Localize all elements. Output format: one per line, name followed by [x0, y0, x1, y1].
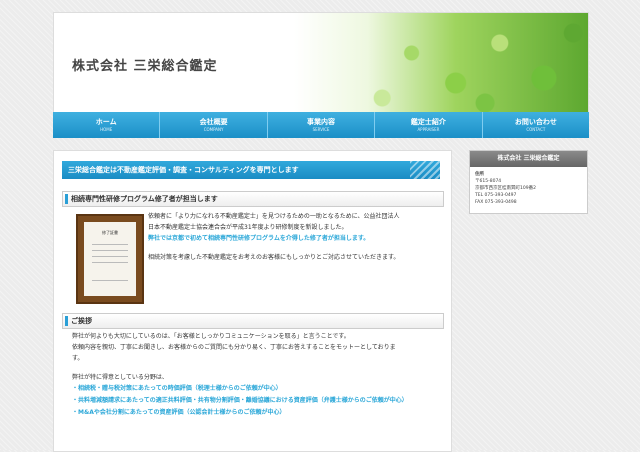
- nav-sublabel: COMPANY: [203, 127, 224, 132]
- training-highlight: 弊社では京都で初めて相続専門性研修プログラムを介得した修了者が担当します。: [148, 235, 370, 242]
- certificate-line: [92, 250, 128, 251]
- section-heading-greeting: ご挨拶: [62, 313, 444, 329]
- nav-item-home[interactable]: ホーム HOME: [53, 112, 161, 138]
- greeting-paragraph: 依頼内容を親切、丁寧にお聞きし、お客様からのご質問にも分かり易く、丁寧にお答えす…: [72, 344, 396, 351]
- header-leaves-image: [294, 13, 588, 113]
- training-paragraph: 依頼者に「より力になれる不動産鑑定士」を見つけるための一助となるために、公益社団…: [148, 213, 400, 220]
- section-heading-training: 相続専門性研修プログラム修了者が担当します: [62, 191, 444, 207]
- specialty-item: ・相続税・贈与税対策にあたっての時価評価（税理士様からのご依頼が中心）: [72, 385, 282, 392]
- certificate-line: [92, 256, 128, 257]
- nav-sublabel: CONTACT: [526, 127, 546, 132]
- address-text: 京都市西京区桂南巽町109番2: [475, 186, 536, 191]
- greeting-paragraph: 弊社が何よりも大切にしているのは、「お客様としっかりコミュニケーションを取る」と…: [72, 333, 350, 340]
- nav-label: 会社概要: [199, 118, 228, 126]
- certificate-line: [92, 262, 128, 263]
- nav-label: ホーム: [95, 118, 117, 126]
- sidebar-title: 株式会社 三栄総合鑑定: [470, 151, 587, 167]
- training-text: 依頼者に「より力になれる不動産鑑定士」を見つけるための一助となるために、公益社団…: [148, 211, 438, 263]
- postal-code: 〒615-8074: [475, 179, 502, 184]
- nav-sublabel: HOME: [100, 127, 113, 132]
- nav-item-appraiser[interactable]: 鑑定士紹介 APPRAISER: [375, 112, 483, 138]
- certificate-line: [92, 244, 128, 245]
- main-content: 三栄総合鑑定は不動産鑑定評価・調査・コンサルティングを専門とします 相続専門性研…: [53, 150, 452, 452]
- nav-item-contact[interactable]: お問い合わせ CONTACT: [483, 112, 589, 138]
- training-paragraph: 日本不動産鑑定士協会連合会が平成31年度より研修制度を新設しました。: [148, 224, 348, 231]
- fax-text: FAX 075-393-0498: [475, 200, 517, 205]
- site-header: 株式会社 三栄総合鑑定: [53, 12, 589, 113]
- certificate-line: [92, 280, 128, 281]
- sidebar-company-box: 株式会社 三栄総合鑑定 住所 〒615-8074 京都市西京区桂南巽町109番2…: [469, 150, 588, 214]
- sidebar-body: 住所 〒615-8074 京都市西京区桂南巽町109番2 TEL 075-393…: [470, 167, 587, 210]
- specialty-item: ・共料増減額請求にあたっての適正共料評価・共有物分割評価・離婚協議における資産評…: [72, 397, 408, 404]
- banner-stripes: [410, 161, 440, 179]
- certificate-image: 修了証書: [76, 214, 144, 304]
- nav-item-company[interactable]: 会社概要 COMPANY: [160, 112, 268, 138]
- nav-label: お問い合わせ: [514, 118, 557, 126]
- nav-label: 事業内容: [307, 118, 336, 126]
- specialty-item: ・M&Aや会社分割にあたっての資産評価（公認会計士様からのご依頼が中心）: [72, 409, 286, 416]
- tel-text: TEL 075-393-0497: [475, 193, 517, 198]
- address-label: 住所: [475, 172, 484, 177]
- certificate-paper: 修了証書: [84, 222, 136, 296]
- site-title[interactable]: 株式会社 三栄総合鑑定: [72, 55, 218, 74]
- nav-sublabel: APPRAISER: [417, 127, 440, 132]
- training-paragraph: 相続対策を考慮した不動産鑑定をお考えのお客様にもしっかりとご対応させていただきま…: [148, 254, 400, 261]
- greeting-paragraph: 弊社が特に得意としている分野は、: [72, 374, 168, 381]
- nav-sublabel: SERVICE: [312, 127, 330, 132]
- nav-item-service[interactable]: 事業内容 SERVICE: [268, 112, 376, 138]
- greeting-paragraph: す。: [72, 355, 84, 362]
- certificate-title: 修了証書: [102, 230, 118, 235]
- banner-text: 三栄総合鑑定は不動産鑑定評価・調査・コンサルティングを専門とします: [68, 166, 299, 174]
- intro-banner: 三栄総合鑑定は不動産鑑定評価・調査・コンサルティングを専門とします: [62, 161, 440, 179]
- greeting-text: 弊社が何よりも大切にしているのは、「お客様としっかりコミュニケーションを取る」と…: [72, 331, 442, 419]
- main-nav: ホーム HOME 会社概要 COMPANY 事業内容 SERVICE 鑑定士紹介…: [53, 112, 589, 138]
- nav-label: 鑑定士紹介: [410, 118, 446, 126]
